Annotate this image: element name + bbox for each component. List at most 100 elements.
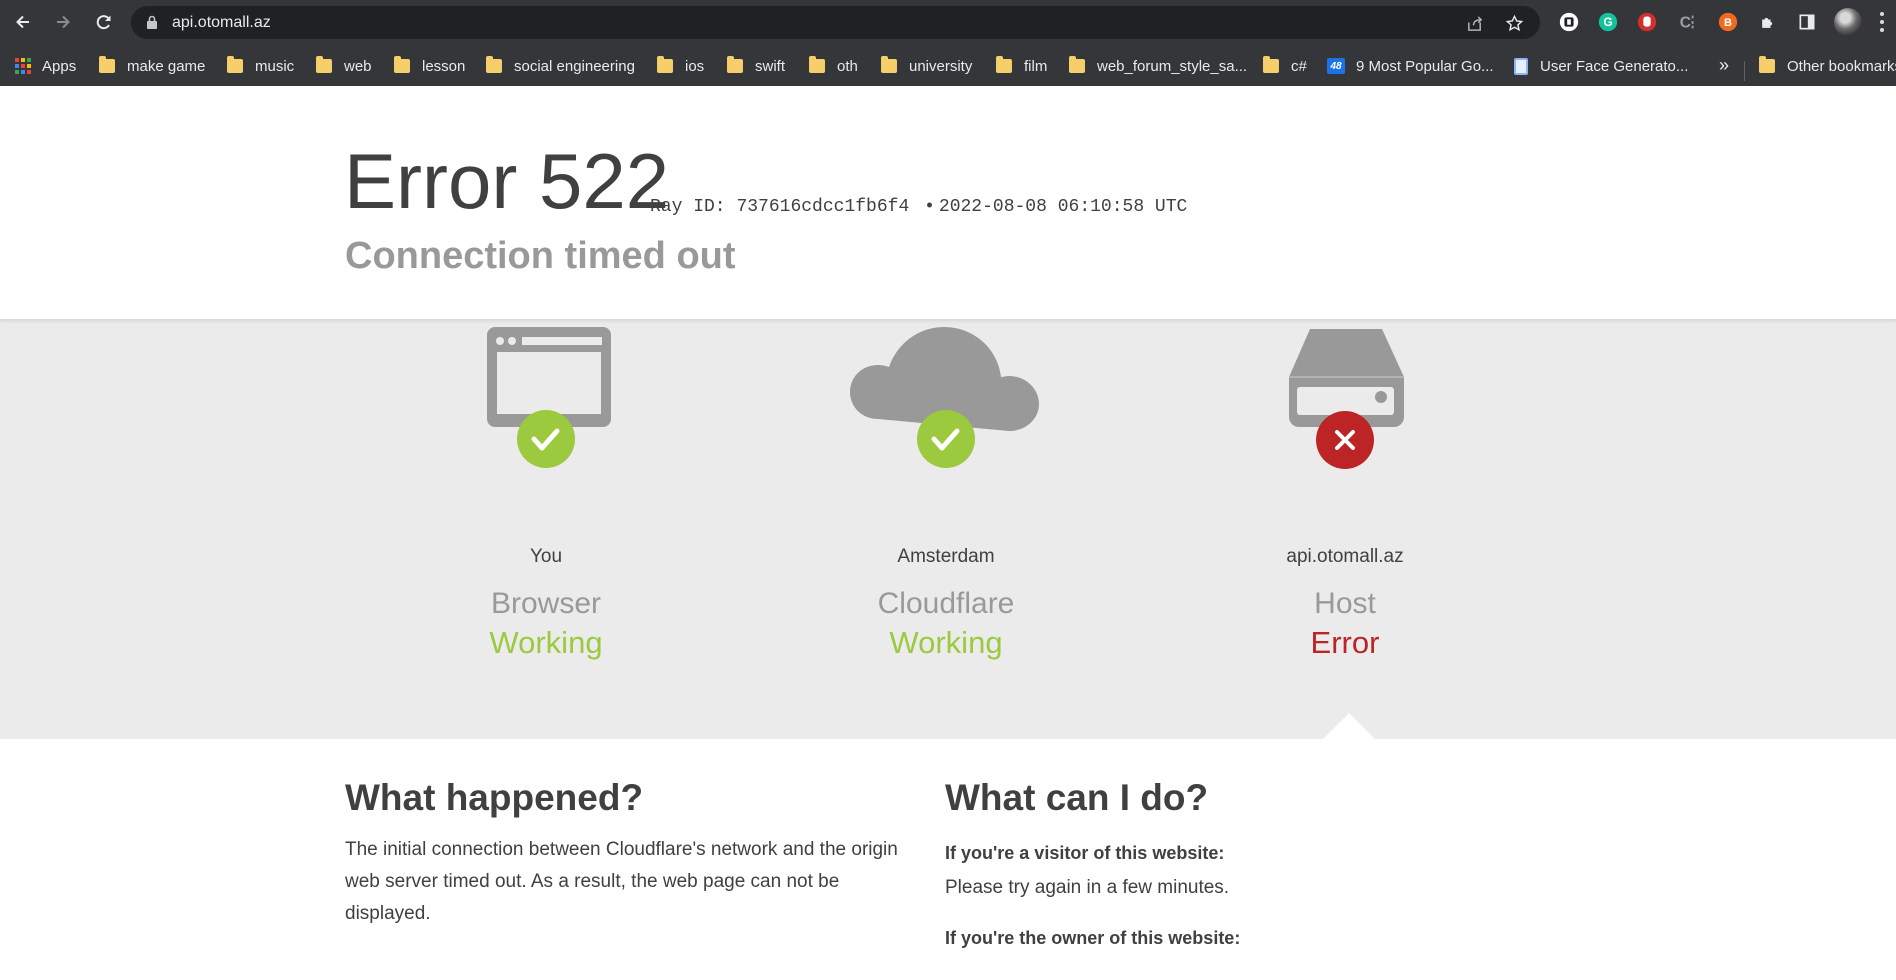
bookmark-label: Other bookmarks (1787, 57, 1896, 75)
bookmark-label: web (344, 57, 372, 75)
node-location: Amsterdam (897, 546, 995, 567)
other-bookmarks[interactable]: Other bookmarks (1759, 53, 1896, 79)
address-bar[interactable]: api.otomall.az (131, 6, 1540, 39)
folder-icon (809, 56, 825, 73)
what-can-i-do-heading: What can I do? (945, 777, 1209, 818)
arrow-right-icon (57, 15, 70, 29)
node-status: Working (889, 625, 1003, 660)
more-bookmarks-button[interactable]: » (1719, 53, 1729, 79)
folder-icon (227, 56, 243, 73)
svg-text:G: G (1603, 15, 1612, 29)
bookmark-apps[interactable]: Apps (15, 53, 76, 79)
node-type: Browser (490, 587, 602, 620)
folder-icon (1263, 56, 1279, 73)
checkmark-badge (517, 410, 575, 468)
browser-icon (376, 319, 716, 469)
folder-icon (657, 56, 673, 73)
bookmark-folder-swift[interactable]: swift (727, 53, 785, 79)
bookmark-label: c# (1291, 57, 1307, 75)
bookmark-folder-lesson[interactable]: lesson (394, 53, 465, 79)
node-type: Host (1314, 587, 1376, 620)
svg-text:B: B (1724, 17, 1732, 29)
arrow-left-icon (16, 15, 29, 29)
bookmark-folder-university[interactable]: university (881, 53, 972, 79)
folder-icon (99, 56, 115, 73)
bookmark-folder-film[interactable]: film (996, 53, 1047, 79)
stop-hand-icon[interactable] (1635, 10, 1659, 34)
folder-icon (394, 56, 410, 73)
node-status: Working (489, 625, 603, 660)
lock-icon (147, 15, 157, 29)
bookmark-label: lesson (422, 57, 466, 75)
apps-grid-icon (15, 58, 31, 74)
grammarly-icon[interactable]: G (1596, 10, 1620, 34)
orange-b-icon[interactable]: B (1716, 10, 1740, 34)
bookmark-label: social engineering (514, 57, 635, 75)
visitor-body: Please try again in a few minutes. (945, 877, 1230, 898)
checkmark-badge (917, 410, 975, 468)
node-type: Cloudflare (877, 587, 1015, 620)
url-text: api.otomall.az (172, 14, 271, 31)
bookmark-label: 9 Most Popular Go... (1356, 57, 1494, 75)
bookmark-folder-music[interactable]: music (227, 53, 294, 79)
extension-readonly-icon[interactable] (1557, 10, 1581, 34)
profile-avatar[interactable] (1834, 8, 1862, 36)
bookmark-label: university (909, 57, 973, 75)
code-extension-icon[interactable]: C (1676, 10, 1700, 34)
bookmark-folder-social-engineering[interactable]: social engineering (486, 53, 635, 79)
what-happened-body: The initial connection between Cloudflar… (345, 839, 898, 924)
puzzle-icon[interactable] (1756, 10, 1780, 34)
node-status: Error (1310, 625, 1380, 660)
node-location: You (529, 546, 563, 567)
ray-label: Ray ID: (650, 197, 726, 217)
separator: • (924, 197, 935, 217)
bookmark-folder-csharp[interactable]: c# (1263, 53, 1307, 79)
folder-icon (316, 56, 332, 73)
bookmark-folder-web-forum[interactable]: web_forum_style_sa... (1069, 53, 1247, 79)
reload-icon (96, 15, 111, 30)
page-icon (1514, 57, 1528, 75)
error-subtitle: Connection timed out (345, 235, 736, 277)
bookmark-folder-web[interactable]: web (316, 53, 372, 79)
bookmark-label: User Face Generato... (1540, 57, 1689, 75)
cloud-icon (776, 319, 1116, 469)
server-icon (1175, 319, 1515, 469)
forward-button[interactable] (47, 6, 79, 38)
node-location: api.otomall.az (1286, 546, 1404, 567)
bookmark-label: ios (685, 57, 705, 75)
side-panel-icon[interactable] (1795, 10, 1819, 34)
what-happened-heading: What happened? (345, 777, 644, 818)
bookmarks-bar: Apps make game music web lesson social e… (0, 45, 1896, 86)
bookmark-label: web_forum_style_sa... (1097, 57, 1248, 75)
owner-heading: If you're the owner of this website: (945, 928, 1241, 948)
bookmark-label: Apps (42, 57, 77, 75)
folder-icon (881, 56, 897, 73)
folder-icon (727, 56, 743, 73)
folder-icon (1759, 56, 1775, 73)
error-header: Error 522 Ray ID: 737616cdcc1fb6f4 • 2022… (0, 86, 1896, 319)
ray-id-line: Ray ID: 737616cdcc1fb6f4 • 2022-08-08 06:… (650, 197, 1187, 217)
visitor-heading: If you're a visitor of this website: (945, 843, 1225, 863)
share-icon[interactable] (1465, 14, 1484, 33)
back-button[interactable] (7, 6, 39, 38)
bookmark-site-popular[interactable]: 48 9 Most Popular Go... (1327, 53, 1494, 79)
bookmark-label: make game (127, 57, 206, 75)
host-pointer-arrow (1323, 713, 1375, 739)
kebab-menu-icon[interactable] (1872, 10, 1892, 34)
bookmark-folder-oth[interactable]: oth (809, 53, 858, 79)
bookmark-folder-make-game[interactable]: make game (99, 53, 205, 79)
bookmark-label: swift (755, 57, 785, 75)
bookmark-label: film (1024, 57, 1048, 75)
error-title: Error 522 (344, 137, 670, 225)
folder-icon (996, 56, 1012, 73)
bookmark-label: music (255, 57, 295, 75)
bookmarks-divider (1744, 61, 1745, 81)
bookmark-star-icon[interactable] (1505, 14, 1524, 33)
info-section: What happened? The initial connection be… (0, 739, 1896, 980)
status-diagram: You Browser Working Amsterdam Cloudflare… (0, 319, 1896, 739)
bookmark-site-face-generator[interactable]: User Face Generato... (1514, 53, 1688, 79)
folder-icon (1069, 56, 1085, 73)
bookmark-label: oth (837, 57, 858, 75)
reload-button[interactable] (88, 6, 120, 38)
bookmark-folder-ios[interactable]: ios (657, 53, 704, 79)
